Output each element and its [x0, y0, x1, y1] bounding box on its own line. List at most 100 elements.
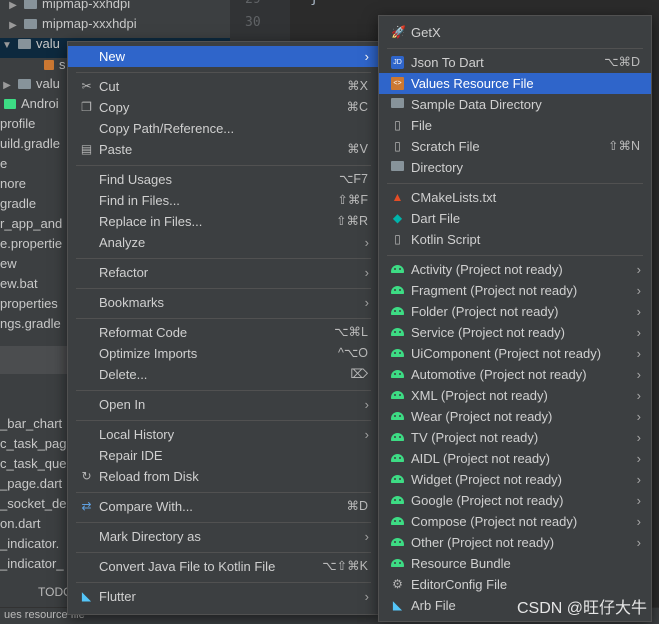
tree-item[interactable]: _page.dart: [0, 474, 62, 494]
tree-item[interactable]: profile: [0, 114, 35, 134]
submenu-item-cmakelists[interactable]: ▲ CMakeLists.txt: [379, 187, 651, 208]
submenu-item-widget[interactable]: Widget (Project not ready) ›: [379, 469, 651, 490]
tree-item[interactable]: _indicator.: [0, 534, 59, 554]
tree-item[interactable]: r_app_and: [0, 214, 62, 234]
values-file-icon: <>: [391, 77, 404, 90]
submenu-item-scratch-file[interactable]: ▯ Scratch File ⇧⌘N: [379, 136, 651, 157]
submenu-item-wear[interactable]: Wear (Project not ready) ›: [379, 406, 651, 427]
menu-item-compare-with[interactable]: ⇄ Compare With... ⌘D: [68, 496, 379, 517]
android-icon: [391, 265, 404, 273]
menu-item-optimize-imports[interactable]: Optimize Imports ^⌥O: [68, 343, 379, 364]
tree-item[interactable]: ▼ valu: [0, 34, 60, 54]
tree-item[interactable]: s: [40, 55, 66, 75]
menu-item-open-in[interactable]: Open In ›: [68, 394, 379, 415]
submenu-item-dart-file[interactable]: ◆ Dart File: [379, 208, 651, 229]
android-icon: [391, 328, 404, 336]
watermark: CSDN @旺仔大牛: [516, 600, 647, 617]
chevron-right-icon: ›: [364, 49, 369, 64]
tree-item[interactable]: nore: [0, 174, 26, 194]
menu-item-find-in-files[interactable]: Find in Files... ⇧⌘F: [68, 190, 379, 211]
submenu-item-file[interactable]: ▯ File: [379, 115, 651, 136]
xml-file-icon: [44, 60, 54, 70]
tree-item[interactable]: properties: [0, 294, 58, 314]
chevron-right-icon: ›: [636, 367, 641, 382]
menu-item-local-history[interactable]: Local History ›: [68, 424, 379, 445]
submenu-item-uicomponent[interactable]: UiComponent (Project not ready) ›: [379, 343, 651, 364]
tree-item[interactable]: c_task_que: [0, 454, 67, 474]
tree-item[interactable]: ngs.gradle: [0, 314, 61, 334]
menu-separator: [76, 318, 371, 319]
submenu-item-compose[interactable]: Compose (Project not ready) ›: [379, 511, 651, 532]
chevron-right-icon: ›: [636, 304, 641, 319]
tree-item[interactable]: ew: [0, 254, 17, 274]
menu-item-find-usages[interactable]: Find Usages ⌥F7: [68, 169, 379, 190]
tree-item[interactable]: _indicator_: [0, 554, 64, 574]
menu-item-mark-directory-as[interactable]: Mark Directory as ›: [68, 526, 379, 547]
chevron-right-icon: ›: [636, 472, 641, 487]
menu-item-repair-ide[interactable]: Repair IDE: [68, 445, 379, 466]
tree-item[interactable]: e.propertie: [0, 234, 62, 254]
submenu-item-kotlin-script[interactable]: ▯ Kotlin Script: [379, 229, 651, 250]
menu-separator: [76, 72, 371, 73]
menu-item-refactor[interactable]: Refactor ›: [68, 262, 379, 283]
tree-item[interactable]: gradle: [0, 194, 36, 214]
submenu-item-getx[interactable]: 🚀 GetX: [379, 22, 651, 43]
tree-item[interactable]: e: [0, 154, 7, 174]
menu-item-bookmarks[interactable]: Bookmarks ›: [68, 292, 379, 313]
submenu-item-service[interactable]: Service (Project not ready) ›: [379, 322, 651, 343]
tree-item[interactable]: ▶ valu: [0, 74, 60, 94]
tree-item[interactable]: _socket_de: [0, 494, 67, 514]
menu-item-new[interactable]: New ›: [68, 46, 379, 67]
submenu-item-json-to-dart[interactable]: JD Json To Dart ⌥⌘D: [379, 52, 651, 73]
submenu-item-xml[interactable]: XML (Project not ready) ›: [379, 385, 651, 406]
menu-item-copy[interactable]: ❐ Copy ⌘C: [68, 97, 379, 118]
submenu-item-tv[interactable]: TV (Project not ready) ›: [379, 427, 651, 448]
menu-separator: [76, 582, 371, 583]
menu-item-cut[interactable]: ✂ Cut ⌘X: [68, 76, 379, 97]
menu-item-copy-path[interactable]: Copy Path/Reference...: [68, 118, 379, 139]
tree-item[interactable]: ew.bat: [0, 274, 38, 294]
tree-item[interactable]: c_task_pag: [0, 434, 67, 454]
chevron-right-icon: ›: [364, 295, 369, 310]
menu-item-convert-to-kotlin[interactable]: Convert Java File to Kotlin File ⌥⇧⌘K: [68, 556, 379, 577]
tree-item[interactable]: ▶ mipmap-xxxhdpi: [6, 14, 137, 34]
submenu-item-values-resource-file[interactable]: <> Values Resource File: [379, 73, 651, 94]
tree-item[interactable]: _bar_chart: [0, 414, 62, 434]
android-icon: [391, 286, 404, 294]
chevron-right-icon: ›: [364, 427, 369, 442]
menu-item-flutter[interactable]: ◣ Flutter ›: [68, 586, 379, 607]
menu-item-reload-from-disk[interactable]: ↻ Reload from Disk: [68, 466, 379, 487]
menu-item-replace-in-files[interactable]: Replace in Files... ⇧⌘R: [68, 211, 379, 232]
submenu-item-other[interactable]: Other (Project not ready) ›: [379, 532, 651, 553]
compare-icon: ⇄: [81, 499, 92, 513]
menu-separator: [387, 255, 643, 256]
menu-item-paste[interactable]: ▤ Paste ⌘V: [68, 139, 379, 160]
submenu-item-directory[interactable]: Directory: [379, 157, 651, 178]
menu-item-delete[interactable]: Delete... ⌦: [68, 364, 379, 385]
tree-item[interactable]: uild.gradle: [0, 134, 60, 154]
submenu-item-google[interactable]: Google (Project not ready) ›: [379, 490, 651, 511]
chevron-right-icon: ›: [636, 409, 641, 424]
menu-item-analyze[interactable]: Analyze ›: [68, 232, 379, 253]
submenu-item-automotive[interactable]: Automotive (Project not ready) ›: [379, 364, 651, 385]
menu-item-reformat-code[interactable]: Reformat Code ⌥⌘L: [68, 322, 379, 343]
tree-item[interactable]: ▶ mipmap-xxhdpi: [6, 0, 130, 14]
submenu-item-resource-bundle[interactable]: Resource Bundle: [379, 553, 651, 574]
submenu-item-activity[interactable]: Activity (Project not ready) ›: [379, 259, 651, 280]
submenu-item-aidl[interactable]: AIDL (Project not ready) ›: [379, 448, 651, 469]
getx-icon: 🚀: [391, 25, 406, 39]
context-menu: New › ✂ Cut ⌘X ❐ Copy ⌘C Copy Path/Reference.…: [67, 41, 380, 615]
flutter-icon: ◣: [81, 589, 92, 603]
folder-icon: [24, 19, 37, 29]
menu-separator: [76, 522, 371, 523]
tree-item[interactable]: Androi: [0, 94, 59, 114]
chevron-down-icon: ▼: [2, 40, 12, 51]
submenu-item-folder[interactable]: Folder (Project not ready) ›: [379, 301, 651, 322]
tree-item[interactable]: on.dart: [0, 514, 40, 534]
submenu-item-fragment[interactable]: Fragment (Project not ready) ›: [379, 280, 651, 301]
chevron-right-icon: ›: [636, 262, 641, 277]
submenu-item-editorconfig-file[interactable]: ⚙ EditorConfig File: [379, 574, 651, 595]
submenu-item-sample-data-directory[interactable]: Sample Data Directory: [379, 94, 651, 115]
menu-separator: [76, 288, 371, 289]
android-icon: [391, 391, 404, 399]
